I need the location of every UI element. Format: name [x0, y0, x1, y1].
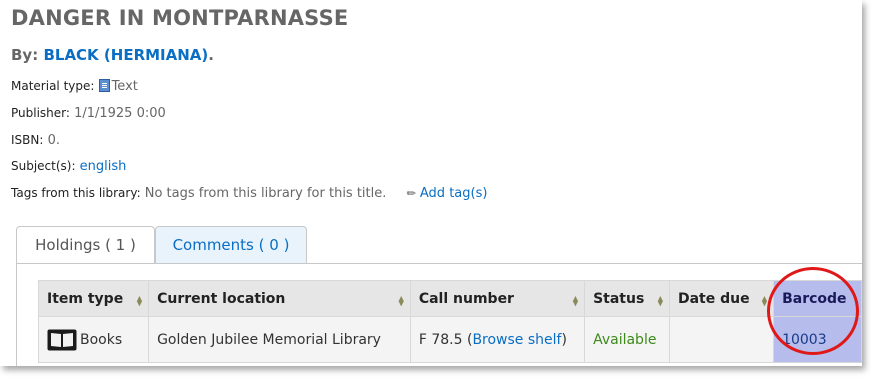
barcode-cell: 10003 [773, 316, 862, 363]
item-type-value: Books [80, 331, 123, 348]
sort-icon: ▲ ▼ [657, 294, 663, 307]
sort-icon: ▲ ▼ [761, 294, 768, 307]
call-number-cell: F 78.5 (Browse shelf) [409, 316, 586, 363]
column-header-item-type[interactable]: Item type ▲ ▼ [37, 280, 150, 317]
author-link[interactable]: BLACK (HERMIANA) [43, 46, 208, 64]
isbn-value: 0. [47, 133, 60, 148]
table-row: Books Golden Jubilee Memorial Library F … [37, 316, 862, 363]
isbn-row: ISBN: 0. [11, 133, 60, 148]
material-type-value: Text [111, 79, 138, 94]
by-label: By: [11, 46, 39, 64]
subject-link[interactable]: english [80, 159, 127, 174]
pencil-icon: ✎ [403, 185, 420, 202]
table-header-row: Item type ▲ ▼ Current location ▲ ▼ Call nu… [37, 280, 862, 317]
tab-holdings[interactable]: Holdings ( 1 ) [16, 226, 155, 264]
call-number-value: F 78.5 [418, 331, 463, 348]
record-page: DANGER IN MONTPARNASSE By: BLACK (HERMIA… [0, 0, 862, 366]
column-header-status[interactable]: Status ▲ ▼ [584, 280, 670, 317]
publisher-value: 1/1/1925 0:00 [74, 106, 166, 121]
column-header-call-number[interactable]: Call number ▲ ▼ [409, 280, 586, 317]
tab-comments[interactable]: Comments ( 0 ) [155, 226, 307, 263]
status-cell: Available [584, 316, 670, 363]
column-header-barcode[interactable]: Barcode [773, 280, 862, 317]
publisher-row: Publisher: 1/1/1925 0:00 [11, 106, 166, 121]
date-due-cell [668, 316, 775, 363]
subjects-label: Subject(s): [11, 159, 76, 173]
page-title: DANGER IN MONTPARNASSE [11, 6, 349, 30]
publisher-label: Publisher: [11, 106, 70, 120]
author-suffix: . [208, 46, 214, 64]
isbn-label: ISBN: [11, 133, 44, 147]
author-line: By: BLACK (HERMIANA). [11, 46, 214, 64]
column-header-date-due[interactable]: Date due ▲ ▼ [668, 280, 775, 317]
item-type-cell: Books [37, 316, 150, 363]
book-icon [47, 329, 77, 350]
sort-icon: ▲ ▼ [572, 294, 579, 307]
material-type-row: Material type: Text [11, 79, 138, 94]
sort-icon: ▲ ▼ [398, 294, 404, 307]
subjects-row: Subject(s): english [11, 159, 126, 174]
browse-shelf-link[interactable]: Browse shelf [472, 332, 561, 348]
sort-icon: ▲ ▼ [136, 294, 143, 307]
add-tags-link[interactable]: Add tag(s) [420, 186, 488, 201]
tags-label: Tags from this library: [11, 186, 141, 200]
material-type-label: Material type: [11, 79, 95, 93]
column-header-current-location[interactable]: Current location ▲ ▼ [148, 280, 411, 317]
tags-row: Tags from this library: No tags from thi… [11, 185, 488, 202]
holdings-table: Item type ▲ ▼ Current location ▲ ▼ Call nu… [37, 280, 862, 363]
location-cell: Golden Jubilee Memorial Library [148, 316, 411, 363]
tags-value: No tags from this library for this title… [144, 186, 387, 201]
text-document-icon [98, 79, 110, 92]
